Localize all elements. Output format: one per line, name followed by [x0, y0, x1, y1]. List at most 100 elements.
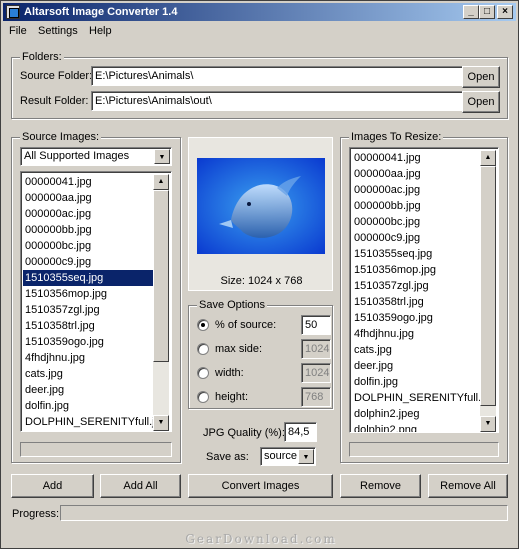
menu-settings[interactable]: Settings	[38, 25, 78, 37]
scroll-down-icon[interactable]: ▼	[480, 416, 496, 432]
list-item[interactable]: 1510359ogo.jpg	[23, 334, 153, 350]
resize-horizontal-bar	[349, 442, 499, 457]
list-item[interactable]: 000000aa.jpg	[352, 166, 480, 182]
window-title: Altarsoft Image Converter 1.4	[24, 6, 178, 18]
images-to-resize-legend: Images To Resize:	[349, 131, 444, 143]
list-item[interactable]: dolfin.jpg	[23, 398, 153, 414]
list-item[interactable]: deer.jpg	[352, 358, 480, 374]
list-item[interactable]: 1510355seq.jpg	[23, 270, 153, 286]
minimize-button[interactable]: _	[463, 5, 479, 19]
list-item[interactable]: cats.jpg	[23, 366, 153, 382]
add-button[interactable]: Add	[11, 474, 94, 498]
max-side-radio[interactable]	[197, 343, 209, 355]
list-item[interactable]: dolphin2.png	[352, 422, 480, 432]
convert-images-button[interactable]: Convert Images	[188, 474, 333, 498]
height-input[interactable]: 768	[301, 387, 331, 407]
resize-list-scrollbar[interactable]: ▲ ▼	[480, 150, 496, 432]
width-radio[interactable]	[197, 367, 209, 379]
list-item[interactable]: 1510359ogo.jpg	[352, 310, 480, 326]
percent-input[interactable]: 50	[301, 315, 331, 335]
percent-label: % of source:	[215, 319, 277, 331]
result-folder-input[interactable]: E:\Pictures\Animals\out\	[91, 91, 464, 111]
scroll-up-icon[interactable]: ▲	[153, 174, 169, 190]
add-all-button[interactable]: Add All	[100, 474, 181, 498]
list-item[interactable]: 00000041.jpg	[23, 174, 153, 190]
list-item[interactable]: 1510356mop.jpg	[23, 286, 153, 302]
list-item[interactable]: 00000041.jpg	[352, 150, 480, 166]
source-horizontal-bar	[20, 442, 172, 457]
close-button[interactable]: ×	[497, 5, 513, 19]
source-folder-input[interactable]: E:\Pictures\Animals\	[91, 66, 464, 86]
percent-radio[interactable]	[197, 319, 209, 331]
list-item[interactable]: deer.jpg	[23, 382, 153, 398]
jpg-quality-input[interactable]: 84,5	[284, 422, 317, 442]
list-item[interactable]: 000000ac.jpg	[23, 206, 153, 222]
menu-file[interactable]: File	[9, 25, 27, 37]
jpg-quality-label: JPG Quality (%):	[203, 427, 285, 439]
list-item[interactable]: DOLPHIN_SERENITYfull.jpg	[352, 390, 496, 406]
list-item[interactable]: 000000c9.jpg	[23, 254, 153, 270]
list-item[interactable]: 1510355seq.jpg	[352, 246, 480, 262]
remove-all-button[interactable]: Remove All	[428, 474, 508, 498]
scroll-up-icon[interactable]: ▲	[480, 150, 496, 166]
file-type-filter-select[interactable]: All Supported Images ▼	[20, 147, 172, 166]
chevron-down-icon[interactable]: ▼	[298, 449, 314, 464]
source-images-legend: Source Images:	[20, 131, 102, 143]
scroll-thumb[interactable]	[153, 190, 169, 362]
list-item[interactable]: dolphin2.jpg	[23, 430, 153, 431]
chevron-down-icon[interactable]: ▼	[154, 149, 170, 164]
title-bar[interactable]: Altarsoft Image Converter 1.4 _ □ ×	[3, 3, 516, 21]
list-item[interactable]: 000000bc.jpg	[23, 238, 153, 254]
max-side-label: max side:	[215, 343, 263, 355]
save-options-legend: Save Options	[197, 299, 268, 311]
source-images-group: Source Images: All Supported Images ▼ 00…	[11, 131, 181, 463]
list-item[interactable]: 000000ac.jpg	[352, 182, 480, 198]
save-as-label: Save as:	[206, 451, 249, 463]
result-open-button[interactable]: Open	[462, 91, 500, 113]
list-item[interactable]: dolfin.jpg	[352, 374, 480, 390]
save-as-value: source	[264, 450, 298, 462]
app-window: Altarsoft Image Converter 1.4 _ □ × File…	[0, 0, 519, 549]
height-radio[interactable]	[197, 391, 209, 403]
list-item[interactable]: 4fhdjhnu.jpg	[352, 326, 480, 342]
app-icon	[6, 5, 20, 19]
menu-help[interactable]: Help	[89, 25, 112, 37]
list-item[interactable]: 1510357zgl.jpg	[352, 278, 480, 294]
progress-label: Progress:	[12, 508, 60, 520]
remove-button[interactable]: Remove	[340, 474, 421, 498]
width-input[interactable]: 1024	[301, 363, 331, 383]
save-as-select[interactable]: source ▼	[260, 447, 316, 466]
folders-legend: Folders:	[20, 51, 64, 63]
list-item[interactable]: 1510358trl.jpg	[352, 294, 480, 310]
list-item[interactable]: 1510358trl.jpg	[23, 318, 153, 334]
source-open-button[interactable]: Open	[462, 66, 500, 88]
preview-panel: Size: 1024 x 768	[188, 137, 333, 291]
width-label: width:	[215, 367, 244, 379]
maximize-button[interactable]: □	[479, 5, 495, 19]
source-images-list[interactable]: 00000041.jpg 000000aa.jpg 000000ac.jpg 0000…	[20, 171, 172, 432]
images-to-resize-group: Images To Resize: 00000041.jpg 000000aa.j…	[340, 131, 508, 463]
list-item[interactable]: 1510356mop.jpg	[352, 262, 480, 278]
watermark-text: GearDownload.com	[185, 532, 337, 546]
list-item[interactable]: DOLPHIN_SERENITYfull.jpg	[23, 414, 167, 430]
list-item[interactable]: 4fhdjhnu.jpg	[23, 350, 153, 366]
source-folder-label: Source Folder:	[20, 70, 93, 82]
scroll-down-icon[interactable]: ▼	[153, 415, 169, 431]
list-item[interactable]: 000000c9.jpg	[352, 230, 480, 246]
list-item[interactable]: 000000bc.jpg	[352, 214, 480, 230]
list-item[interactable]: 000000bb.jpg	[352, 198, 480, 214]
list-item[interactable]: 000000bb.jpg	[23, 222, 153, 238]
scroll-thumb[interactable]	[480, 166, 496, 406]
images-to-resize-list[interactable]: 00000041.jpg 000000aa.jpg 000000ac.jpg 0000…	[349, 147, 499, 433]
list-item[interactable]: dolphin2.jpeg	[352, 406, 480, 422]
preview-image	[197, 158, 325, 254]
list-item[interactable]: 1510357zgl.jpg	[23, 302, 153, 318]
menu-bar: File Settings Help	[3, 22, 516, 41]
max-side-input[interactable]: 1024	[301, 339, 331, 359]
source-list-scrollbar[interactable]: ▲ ▼	[153, 174, 169, 431]
list-item[interactable]: cats.jpg	[352, 342, 480, 358]
resize-items-container: 00000041.jpg 000000aa.jpg 000000ac.jpg 0000…	[352, 150, 496, 432]
save-options-group: Save Options % of source: 50 max side: 1…	[188, 299, 333, 409]
height-label: height:	[215, 391, 249, 403]
list-item[interactable]: 000000aa.jpg	[23, 190, 153, 206]
